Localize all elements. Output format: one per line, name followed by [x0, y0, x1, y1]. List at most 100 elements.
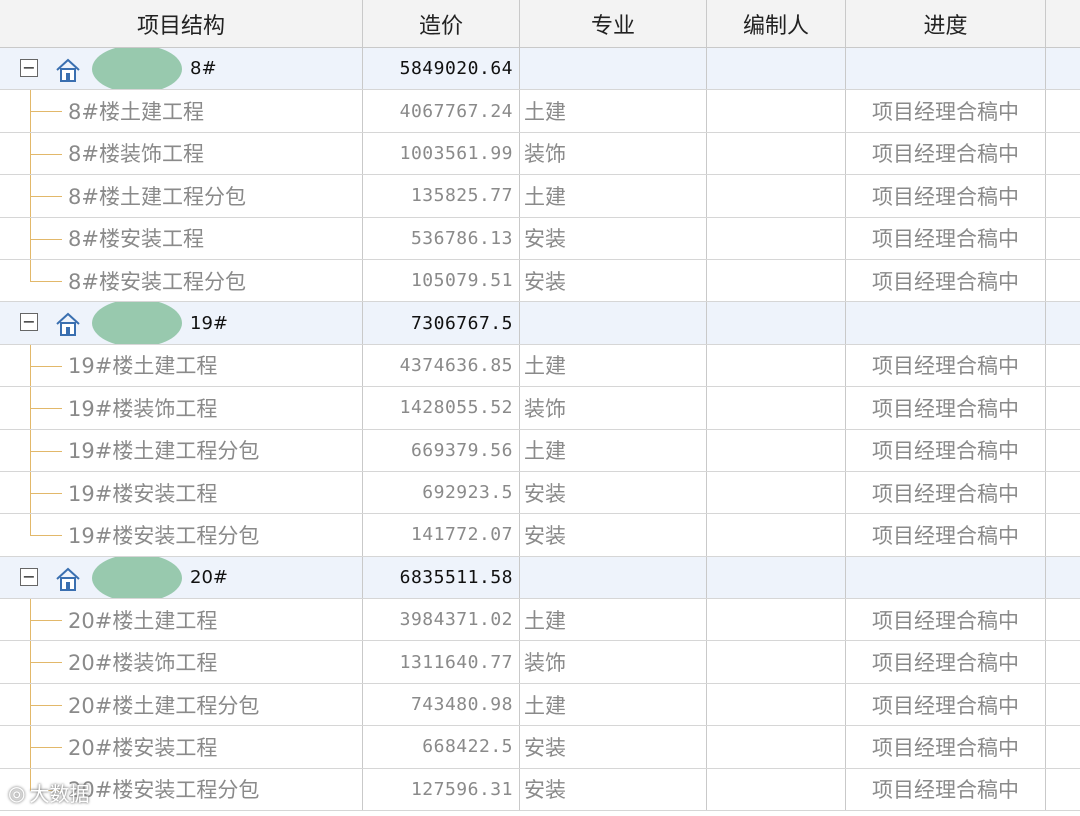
child-progress: 项目经理合稿中 [846, 132, 1046, 175]
child-progress: 项目经理合稿中 [846, 599, 1046, 641]
child-name: 8#楼土建工程 [68, 100, 204, 125]
child-progress: 项目经理合稿中 [846, 387, 1046, 429]
column-header-progress[interactable]: 进度 [846, 0, 1046, 47]
child-progress: 项目经理合稿中 [846, 726, 1046, 768]
child-progress: 项目经理合稿中 [846, 429, 1046, 471]
column-header-author[interactable]: 编制人 [707, 0, 846, 47]
child-name: 20#楼土建工程 [68, 608, 218, 633]
child-author [707, 132, 846, 175]
tree-line-horizontal [30, 196, 62, 198]
tree-line-horizontal [30, 238, 62, 240]
collapse-toggle-icon[interactable]: − [20, 313, 38, 332]
row-spacer [1046, 726, 1080, 767]
redaction-blob [92, 302, 182, 344]
child-cost: 127596.31 [363, 768, 520, 811]
child-author [707, 344, 846, 387]
table-row[interactable]: 8#楼土建工程分包 135825.77 土建 项目经理合稿中 [0, 175, 1080, 218]
table-row[interactable]: 19#楼安装工程分包 141772.07 安装 项目经理合稿中 [0, 514, 1080, 557]
child-major: 土建 [520, 90, 707, 132]
child-major: 安装 [520, 726, 707, 768]
child-structure-cell: 8#楼土建工程分包 [0, 175, 363, 217]
child-cost: 692923.5 [363, 471, 520, 514]
child-progress: 项目经理合稿中 [846, 514, 1046, 556]
child-author [707, 726, 846, 768]
column-header-structure[interactable]: 项目结构 [0, 0, 363, 47]
group-row[interactable]: − 20# 6835511.58 [0, 556, 1080, 600]
collapse-toggle-icon[interactable]: − [20, 59, 38, 77]
child-cost: 1003561.99 [363, 132, 520, 175]
child-structure-cell: 19#楼装饰工程 [0, 387, 363, 429]
child-name: 19#楼土建工程 [68, 354, 218, 379]
row-spacer [1046, 557, 1080, 598]
row-spacer [1046, 90, 1080, 131]
redaction-blob [92, 48, 182, 90]
child-structure-cell: 19#楼土建工程分包 [0, 429, 363, 471]
table-row[interactable]: 8#楼装饰工程 1003561.99 装饰 项目经理合稿中 [0, 132, 1080, 176]
row-spacer [1046, 684, 1080, 725]
child-structure-cell: 8#楼土建工程 [0, 90, 363, 132]
child-name: 8#楼安装工程分包 [68, 269, 246, 294]
group-cost: 7306767.5 [363, 302, 520, 344]
table-row[interactable]: 19#楼安装工程 692923.5 安装 项目经理合稿中 [0, 471, 1080, 515]
child-cost: 536786.13 [363, 217, 520, 259]
table-row[interactable]: 8#楼土建工程 4067767.24 土建 项目经理合稿中 [0, 90, 1080, 133]
column-header-spacer [1046, 0, 1080, 47]
child-structure-cell: 8#楼安装工程分包 [0, 259, 363, 302]
child-structure-cell: 20#楼土建工程 [0, 599, 363, 641]
child-major: 安装 [520, 259, 707, 302]
table-row[interactable]: 19#楼土建工程 4374636.85 土建 项目经理合稿中 [0, 344, 1080, 388]
child-name: 8#楼土建工程分包 [68, 184, 246, 209]
child-cost: 743480.98 [363, 683, 520, 726]
group-row[interactable]: − 19# 7306767.5 [0, 302, 1080, 345]
group-major [520, 302, 707, 344]
child-major: 装饰 [520, 132, 707, 175]
column-header-cost[interactable]: 造价 [363, 0, 520, 47]
child-cost: 1311640.77 [363, 641, 520, 683]
table-row[interactable]: 20#楼装饰工程 1311640.77 装饰 项目经理合稿中 [0, 641, 1080, 684]
child-author [707, 259, 846, 302]
tree-line-horizontal [30, 535, 62, 537]
child-name: 8#楼装饰工程 [68, 142, 204, 167]
table-row[interactable]: 20#楼安装工程 668422.5 安装 项目经理合稿中 [0, 726, 1080, 769]
table-row[interactable]: 19#楼土建工程分包 669379.56 土建 项目经理合稿中 [0, 429, 1080, 472]
table-row[interactable]: 8#楼安装工程 536786.13 安装 项目经理合稿中 [0, 217, 1080, 260]
row-spacer [1046, 472, 1080, 513]
child-name: 8#楼安装工程 [68, 227, 204, 252]
table-row[interactable]: 20#楼安装工程分包 127596.31 安装 项目经理合稿中 [0, 768, 1080, 812]
watermark-text: 大数据 [29, 782, 90, 806]
child-name: 19#楼安装工程分包 [68, 523, 260, 548]
child-cost: 141772.07 [363, 514, 520, 556]
child-cost: 4374636.85 [363, 344, 520, 387]
project-tree-grid: 项目结构 造价 专业 编制人 进度 − 8# 5849020.64 8#楼土建工程 40… [0, 0, 1080, 812]
table-row[interactable]: 8#楼安装工程分包 105079.51 安装 项目经理合稿中 [0, 259, 1080, 303]
group-progress [846, 556, 1046, 599]
group-author [707, 302, 846, 344]
child-cost: 4067767.24 [363, 90, 520, 132]
table-row[interactable]: 19#楼装饰工程 1428055.52 装饰 项目经理合稿中 [0, 387, 1080, 430]
collapse-toggle-icon[interactable]: − [20, 567, 38, 586]
table-row[interactable]: 20#楼土建工程 3984371.02 土建 项目经理合稿中 [0, 599, 1080, 642]
child-name: 19#楼安装工程 [68, 481, 218, 506]
child-name: 20#楼装饰工程 [68, 651, 218, 676]
group-name: 8# [190, 58, 217, 80]
child-author [707, 175, 846, 217]
child-cost: 668422.5 [363, 726, 520, 768]
group-structure-cell: − 20# [0, 556, 363, 599]
child-cost: 669379.56 [363, 429, 520, 471]
tree-line-horizontal [30, 408, 62, 410]
row-spacer [1046, 641, 1080, 682]
tree-line-horizontal [30, 280, 62, 282]
column-header-major[interactable]: 专业 [520, 0, 707, 47]
child-author [707, 641, 846, 683]
child-cost: 105079.51 [363, 259, 520, 302]
group-row[interactable]: − 8# 5849020.64 [0, 48, 1080, 91]
child-name: 19#楼装饰工程 [68, 396, 218, 421]
group-cost: 5849020.64 [363, 48, 520, 90]
child-structure-cell: 19#楼土建工程 [0, 344, 363, 387]
table-row[interactable]: 20#楼土建工程分包 743480.98 土建 项目经理合稿中 [0, 683, 1080, 727]
group-name: 19# [190, 312, 228, 334]
house-icon [54, 57, 82, 83]
tree-line-horizontal [30, 704, 62, 706]
child-progress: 项目经理合稿中 [846, 683, 1046, 726]
child-major: 土建 [520, 344, 707, 387]
